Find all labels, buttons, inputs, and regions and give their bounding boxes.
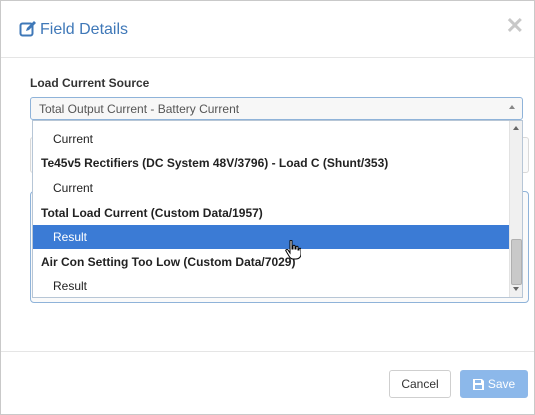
dropdown-scrollbar[interactable] [509, 121, 522, 297]
dropdown-option-selected[interactable]: Result [33, 225, 522, 249]
dropdown-group-header: Total Load Current (Custom Data/1957) [41, 206, 263, 220]
edit-icon [19, 21, 36, 37]
scroll-down-icon[interactable] [513, 287, 519, 291]
cancel-button[interactable]: Cancel [389, 370, 451, 398]
modal-footer [1, 351, 534, 415]
dropdown-option[interactable]: Result [33, 274, 522, 297]
dropdown-group-header: Air Con Setting Too Low (Custom Data/702… [41, 255, 296, 269]
save-button[interactable]: Save [460, 370, 528, 398]
scroll-up-icon[interactable] [513, 126, 519, 130]
dropdown-option[interactable]: Current [33, 127, 522, 151]
modal-title: Field Details [40, 21, 129, 38]
dropdown-group-header: Te45v5 Rectifiers (DC System 48V/3796) -… [41, 156, 389, 170]
close-icon[interactable]: ✕ [506, 15, 524, 37]
dropdown-option[interactable]: Current [33, 176, 522, 200]
save-icon [472, 379, 484, 391]
save-label: Save [487, 377, 516, 391]
hand-cursor-icon [285, 240, 301, 260]
select-arrow-icon [509, 105, 515, 109]
field-details-modal: Field Details ✕ Load Current Source Tota… [0, 0, 535, 415]
modal-header: Field Details ✕ [1, 1, 534, 58]
scroll-thumb[interactable] [511, 239, 522, 285]
load-current-source-label: Load Current Source [30, 76, 150, 90]
select-value: Total Output Current - Battery Current [39, 102, 240, 116]
load-current-source-select[interactable]: Total Output Current - Battery Current [30, 97, 523, 120]
dropdown-listbox[interactable]: Current Te45v5 Rectifiers (DC System 48V… [32, 120, 523, 298]
